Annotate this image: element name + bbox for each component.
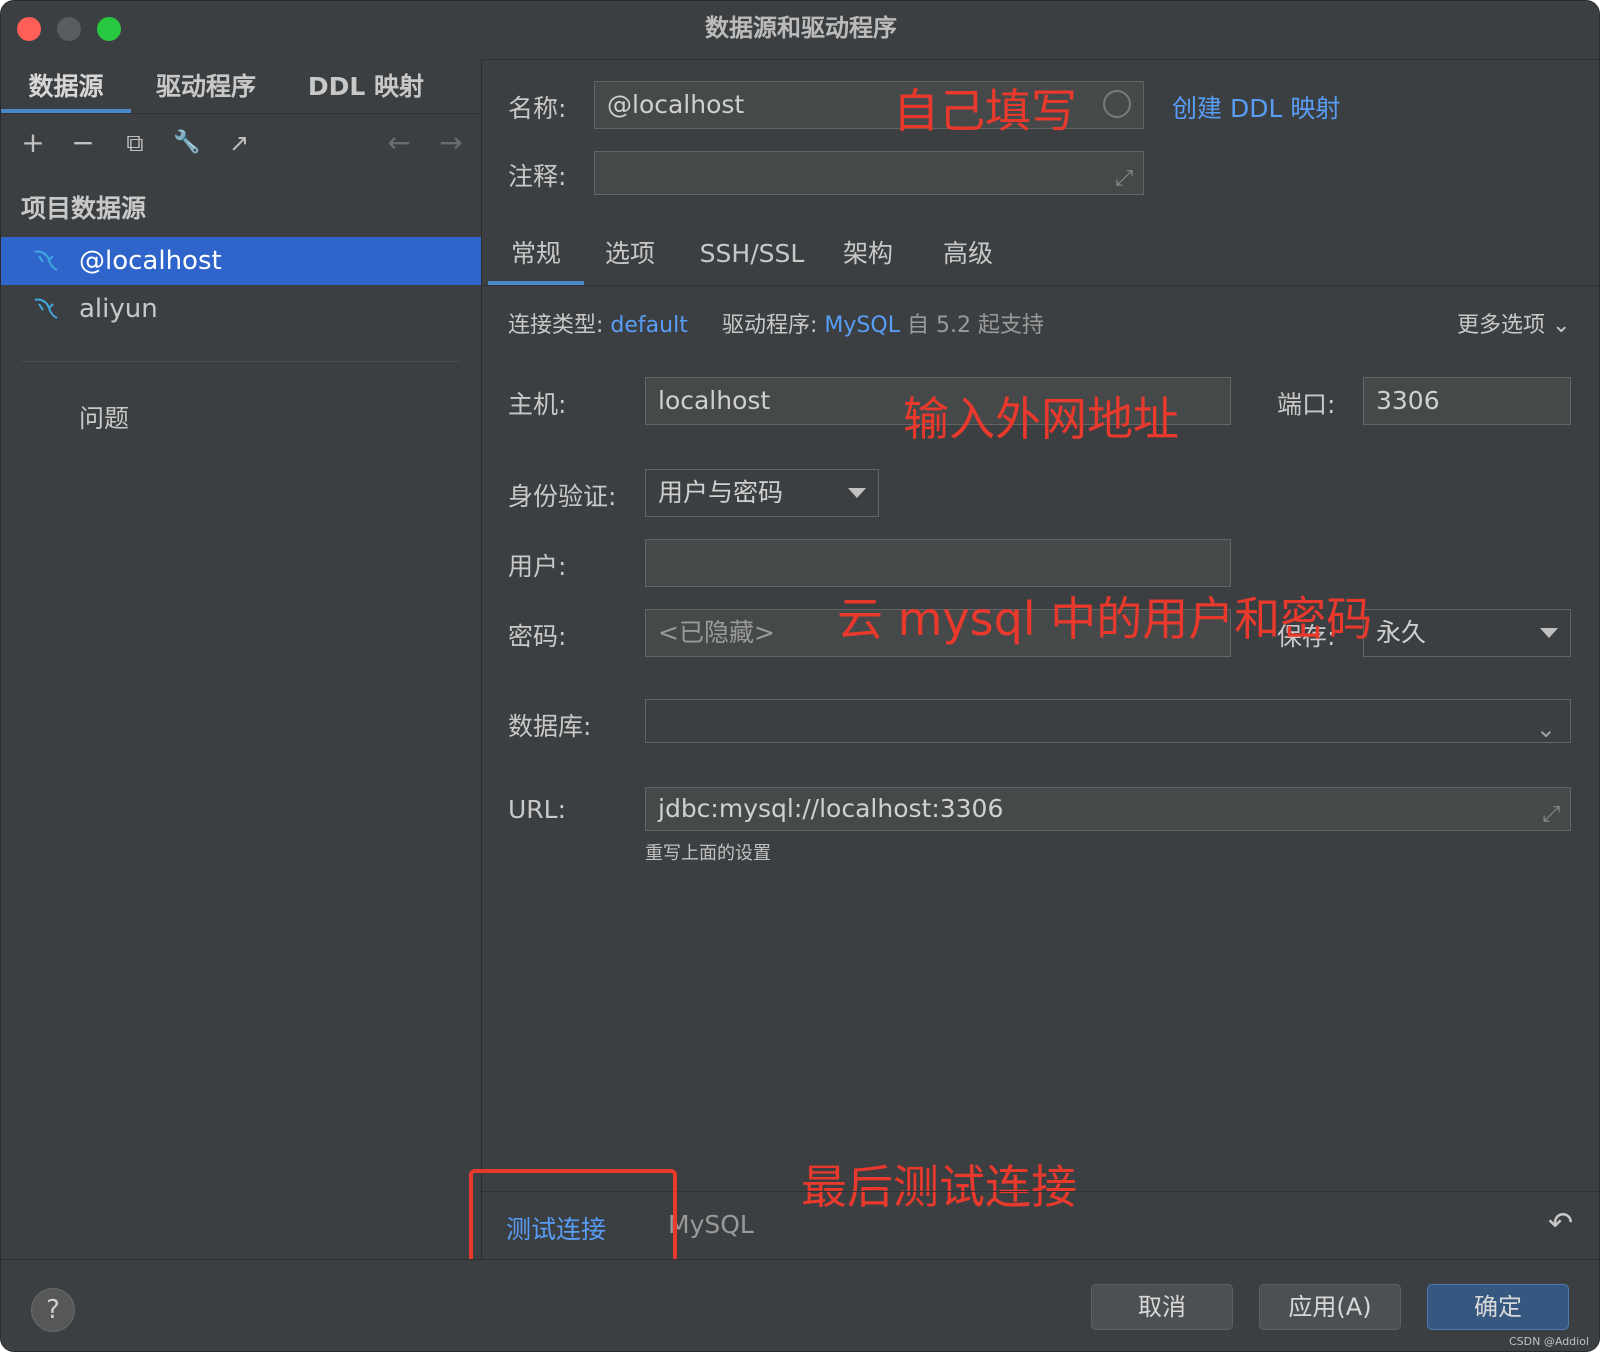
url-label: URL: (508, 795, 567, 824)
settings-tabs: 常规 选项 SSH/SSL 架构 高级 (482, 225, 1599, 286)
remove-icon[interactable]: − (63, 123, 103, 163)
tab-advanced[interactable]: 高级 (928, 225, 1008, 285)
driver-name-text: MySQL (668, 1210, 754, 1239)
driver-support-text: 自 5.2 起支持 (906, 313, 1044, 338)
mysql-dolphin-icon (31, 246, 63, 276)
driver-label: 驱动程序: (722, 313, 818, 338)
annotation-name: 自己填写 (893, 84, 1077, 138)
annotation-credentials: 云 mysql 中的用户和密码 (837, 592, 1373, 646)
name-label: 名称: (508, 94, 567, 123)
left-tabs: 数据源 驱动程序 DDL 映射 (1, 59, 481, 114)
dialog-window: 数据源和驱动程序 数据源 驱动程序 DDL 映射 + − ⧉ 🔧 ↗ ← → 项… (0, 0, 1600, 1352)
add-icon[interactable]: + (13, 123, 53, 163)
color-circle-icon[interactable] (1103, 90, 1131, 118)
apply-button[interactable]: 应用(A) (1259, 1284, 1401, 1330)
revert-icon[interactable]: ↶ (1548, 1206, 1573, 1241)
dropdown-caret-icon (1540, 628, 1558, 638)
chevron-down-icon: ⌄ (1535, 715, 1556, 743)
data-source-label: @localhost (79, 246, 222, 276)
tab-schemas[interactable]: 架构 (828, 225, 908, 285)
problems-item[interactable]: 问题 (79, 399, 129, 435)
tab-ddl-mappings[interactable]: DDL 映射 (291, 59, 441, 113)
ok-button[interactable]: 确定 (1427, 1284, 1569, 1330)
url-hint: 重写上面的设置 (645, 843, 771, 864)
port-input[interactable]: 3306 (1363, 377, 1571, 425)
tab-options[interactable]: 选项 (590, 225, 670, 285)
cancel-button[interactable]: 取消 (1091, 1284, 1233, 1330)
more-options-link[interactable]: 更多选项 ⌄ (1457, 307, 1570, 339)
dialog-footer: ? 取消 应用(A) 确定 CSDN @Addiol (1, 1259, 1599, 1351)
forward-arrow-icon[interactable]: → (431, 123, 471, 163)
database-dropdown[interactable]: ⌄ (645, 699, 1571, 743)
driver-value[interactable]: MySQL (824, 313, 900, 338)
window-title: 数据源和驱动程序 (705, 14, 897, 42)
expand-icon[interactable]: ⤢ (1542, 794, 1560, 836)
watermark-text: CSDN @Addiol (1509, 1335, 1589, 1348)
copy-icon[interactable]: ⧉ (115, 123, 155, 163)
tab-ssh-ssl[interactable]: SSH/SSL (692, 225, 812, 285)
connection-type-row: 连接类型: default (508, 307, 688, 339)
tab-drivers[interactable]: 驱动程序 (141, 59, 271, 113)
tab-general[interactable]: 常规 (488, 225, 584, 285)
user-label: 用户: (508, 552, 567, 581)
left-divider (21, 361, 461, 362)
wrench-icon[interactable]: 🔧 (167, 123, 207, 163)
password-label: 密码: (508, 622, 567, 651)
data-source-item-aliyun[interactable]: aliyun (1, 285, 481, 333)
data-source-item-localhost[interactable]: @localhost (1, 237, 481, 285)
url-input[interactable]: jdbc:mysql://localhost:3306 ⤢ (645, 787, 1571, 831)
create-ddl-mapping-link[interactable]: 创建 DDL 映射 (1172, 89, 1340, 125)
host-label: 主机: (508, 390, 567, 419)
comment-input[interactable]: ⤢ (594, 151, 1144, 195)
chevron-down-icon: ⌄ (1545, 313, 1571, 338)
user-input[interactable] (645, 539, 1231, 587)
comment-label: 注释: (508, 162, 567, 191)
connection-type-label: 连接类型: (508, 313, 604, 338)
tab-data-sources[interactable]: 数据源 (1, 59, 131, 113)
expand-icon[interactable]: ⤢ (1115, 158, 1133, 200)
database-label: 数据库: (508, 712, 592, 741)
annotation-host: 输入外网地址 (903, 392, 1179, 446)
help-button[interactable]: ? (31, 1288, 75, 1332)
save-mode-dropdown[interactable]: 永久 (1363, 609, 1571, 657)
auth-label: 身份验证: (508, 482, 617, 511)
connection-type-value[interactable]: default (610, 313, 687, 338)
title-bar: 数据源和驱动程序 (1, 1, 1599, 60)
left-panel: 数据源 驱动程序 DDL 映射 + − ⧉ 🔧 ↗ ← → 项目数据源 @loc… (1, 59, 482, 1259)
project-data-sources-title: 项目数据源 (21, 194, 147, 223)
export-icon[interactable]: ↗ (219, 123, 259, 163)
data-source-label: aliyun (79, 294, 158, 324)
mysql-dolphin-icon (31, 294, 63, 324)
right-panel: 名称: @localhost 创建 DDL 映射 注释: ⤢ 常规 选项 SSH… (482, 59, 1599, 1259)
dropdown-caret-icon (848, 488, 866, 498)
auth-dropdown[interactable]: 用户与密码 (645, 469, 879, 517)
left-toolbar: + − ⧉ 🔧 ↗ ← → (1, 119, 481, 169)
port-label: 端口: (1277, 390, 1336, 419)
driver-row: 驱动程序: MySQL 自 5.2 起支持 (722, 307, 1044, 339)
back-arrow-icon[interactable]: ← (379, 123, 419, 163)
